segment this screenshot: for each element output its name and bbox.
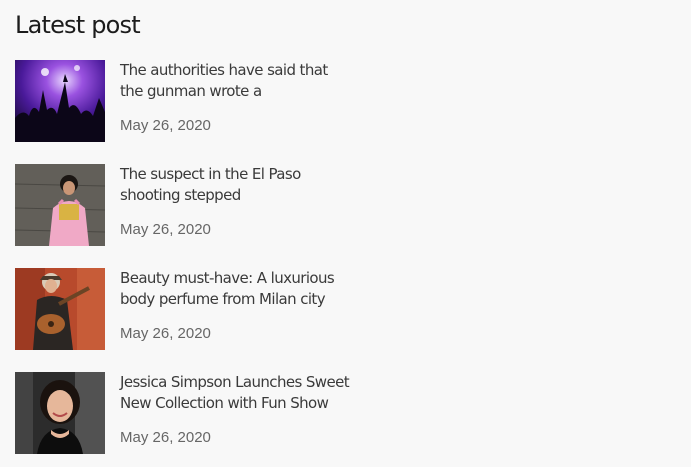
post-thumbnail-smiling-woman-portrait[interactable]	[15, 372, 105, 454]
latest-posts-widget: Latest post The authorities have said th…	[15, 8, 355, 454]
list-item: The suspect in the El Paso shooting step…	[15, 164, 355, 268]
post-title-link[interactable]: Jessica Simpson Launches Sweet New Colle…	[120, 372, 350, 414]
woman-pink-overalls-image	[15, 164, 105, 246]
post-thumbnail-guitar-player[interactable]	[15, 268, 105, 350]
list-item: The authorities have said that the gunma…	[15, 60, 355, 164]
post-title-link[interactable]: The suspect in the El Paso shooting step…	[120, 164, 350, 206]
post-thumbnail-concert-crowd[interactable]	[15, 60, 105, 142]
concert-crowd-image	[15, 60, 105, 142]
list-item: Jessica Simpson Launches Sweet New Colle…	[15, 372, 355, 467]
widget-title: Latest post	[15, 11, 141, 39]
post-title-link[interactable]: The authorities have said that the gunma…	[120, 60, 350, 102]
post-date: May 26, 2020	[120, 221, 211, 238]
post-date: May 26, 2020	[120, 429, 211, 446]
post-title-link[interactable]: Beauty must-have: A luxurious body perfu…	[120, 268, 350, 310]
guitar-player-image	[15, 268, 105, 350]
post-list: The authorities have said that the gunma…	[15, 60, 355, 467]
post-thumbnail-woman-pink-overalls[interactable]	[15, 164, 105, 246]
list-item: Beauty must-have: A luxurious body perfu…	[15, 268, 355, 372]
smiling-woman-portrait-image	[15, 372, 105, 454]
post-date: May 26, 2020	[120, 325, 211, 342]
post-date: May 26, 2020	[120, 117, 211, 134]
